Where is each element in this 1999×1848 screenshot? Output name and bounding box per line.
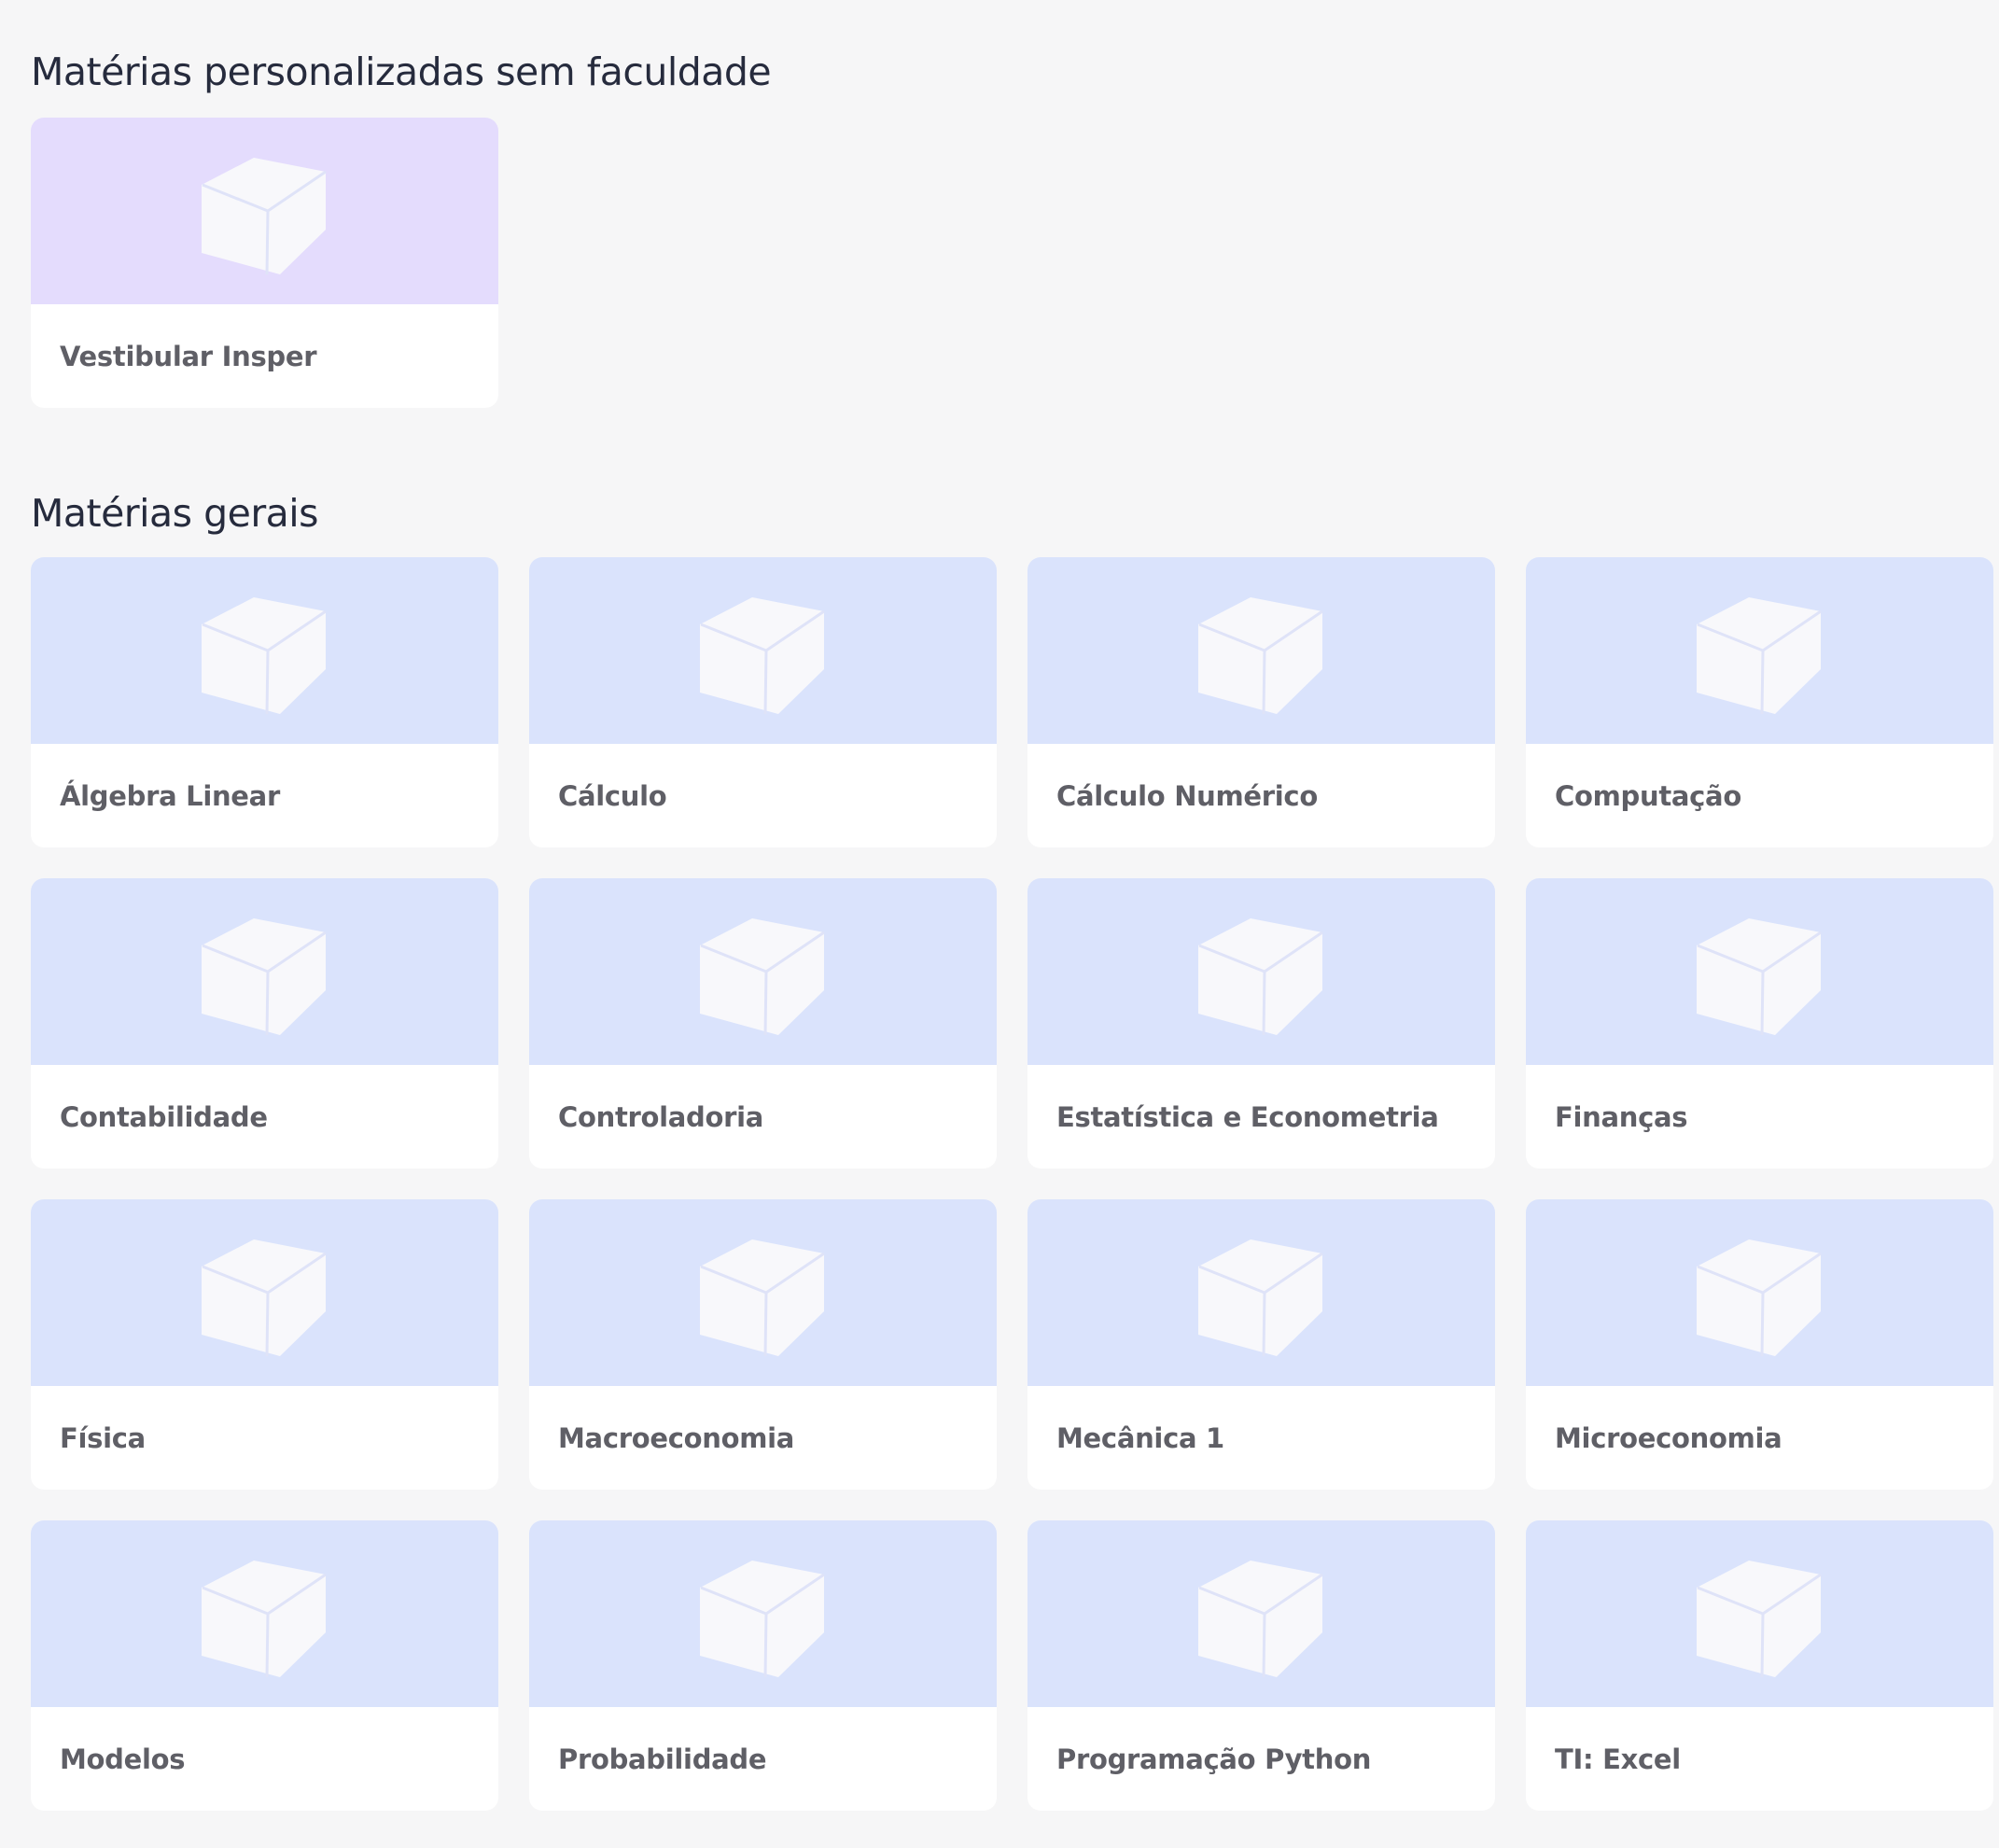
box-icon	[699, 1239, 825, 1356]
box-icon	[201, 918, 327, 1035]
box-icon	[1696, 597, 1822, 714]
subject-card-thumbnail	[31, 557, 498, 744]
box-icon	[201, 1561, 327, 1677]
subject-card-thumbnail	[529, 878, 997, 1065]
subject-card-thumbnail	[1027, 878, 1495, 1065]
subject-card[interactable]: Programação Python	[1027, 1520, 1495, 1811]
box-icon	[1197, 1561, 1323, 1677]
subject-card-thumbnail	[31, 1199, 498, 1386]
box-icon	[1197, 1239, 1323, 1356]
subject-card-thumbnail	[1027, 1199, 1495, 1386]
subject-card-thumbnail	[31, 1520, 498, 1707]
subject-card-label: Estatística e Econometria	[1056, 1100, 1439, 1133]
subject-card-label: Cálculo Numérico	[1056, 779, 1318, 812]
box-icon	[1696, 1239, 1822, 1356]
section-title-personal-subjects: Matérias personalizadas sem faculdade	[31, 49, 772, 94]
subject-card-label: Contabilidade	[60, 1100, 268, 1133]
box-icon	[201, 597, 327, 714]
subject-card[interactable]: Probabilidade	[529, 1520, 997, 1811]
subject-card[interactable]: Contabilidade	[31, 878, 498, 1169]
section-title-general-subjects: Matérias gerais	[31, 491, 319, 536]
subject-card-thumbnail	[529, 1199, 997, 1386]
subject-card-thumbnail	[1027, 1520, 1495, 1707]
subject-card-label: Mecânica 1	[1056, 1421, 1224, 1454]
box-icon	[1696, 1561, 1822, 1677]
subject-card-label: Finanças	[1555, 1100, 1688, 1133]
subject-card[interactable]: Cálculo	[529, 557, 997, 847]
subject-card[interactable]: Mecânica 1	[1027, 1199, 1495, 1490]
subject-card-label: Computação	[1555, 779, 1741, 812]
subject-card-label: Física	[60, 1421, 146, 1454]
subject-card-thumbnail	[529, 557, 997, 744]
subject-card-thumbnail	[31, 878, 498, 1065]
subject-card-label: Controladoria	[558, 1100, 764, 1133]
subject-card[interactable]: Macroeconomia	[529, 1199, 997, 1490]
subject-card[interactable]: Finanças	[1526, 878, 1993, 1169]
subject-card-label: Probabilidade	[558, 1743, 767, 1775]
box-icon	[1696, 918, 1822, 1035]
subject-card-thumbnail	[529, 1520, 997, 1707]
subject-card-thumbnail	[1526, 1199, 1993, 1386]
general-subjects-grid: Álgebra Linear Cálculo Cálculo Numérico	[31, 557, 1993, 1811]
subject-card[interactable]: Computação	[1526, 557, 1993, 847]
subject-card[interactable]: Cálculo Numérico	[1027, 557, 1495, 847]
box-icon	[201, 158, 327, 274]
box-icon	[699, 918, 825, 1035]
box-icon	[699, 1561, 825, 1677]
subject-card[interactable]: Álgebra Linear	[31, 557, 498, 847]
subject-card[interactable]: Controladoria	[529, 878, 997, 1169]
subject-card-thumbnail	[31, 118, 498, 304]
subject-card[interactable]: Vestibular Insper	[31, 118, 498, 408]
subject-card[interactable]: Microeconomia	[1526, 1199, 1993, 1490]
subject-card-label: Modelos	[60, 1743, 186, 1775]
subject-card-thumbnail	[1027, 557, 1495, 744]
subject-card-label: Álgebra Linear	[60, 779, 280, 812]
subject-card-label: Programação Python	[1056, 1743, 1372, 1775]
subject-card-thumbnail	[1526, 557, 1993, 744]
subject-card-label: TI: Excel	[1555, 1743, 1681, 1775]
box-icon	[1197, 918, 1323, 1035]
subject-card[interactable]: Estatística e Econometria	[1027, 878, 1495, 1169]
subject-card-thumbnail	[1526, 1520, 1993, 1707]
subject-card-label: Microeconomia	[1555, 1421, 1782, 1454]
subject-card[interactable]: TI: Excel	[1526, 1520, 1993, 1811]
box-icon	[1197, 597, 1323, 714]
box-icon	[201, 1239, 327, 1356]
subject-card-label: Cálculo	[558, 779, 667, 812]
personal-subjects-grid: Vestibular Insper	[31, 118, 1993, 408]
subject-card-label: Macroeconomia	[558, 1421, 795, 1454]
subject-card-thumbnail	[1526, 878, 1993, 1065]
subject-card[interactable]: Modelos	[31, 1520, 498, 1811]
subject-card-label: Vestibular Insper	[60, 340, 317, 372]
box-icon	[699, 597, 825, 714]
subject-card[interactable]: Física	[31, 1199, 498, 1490]
